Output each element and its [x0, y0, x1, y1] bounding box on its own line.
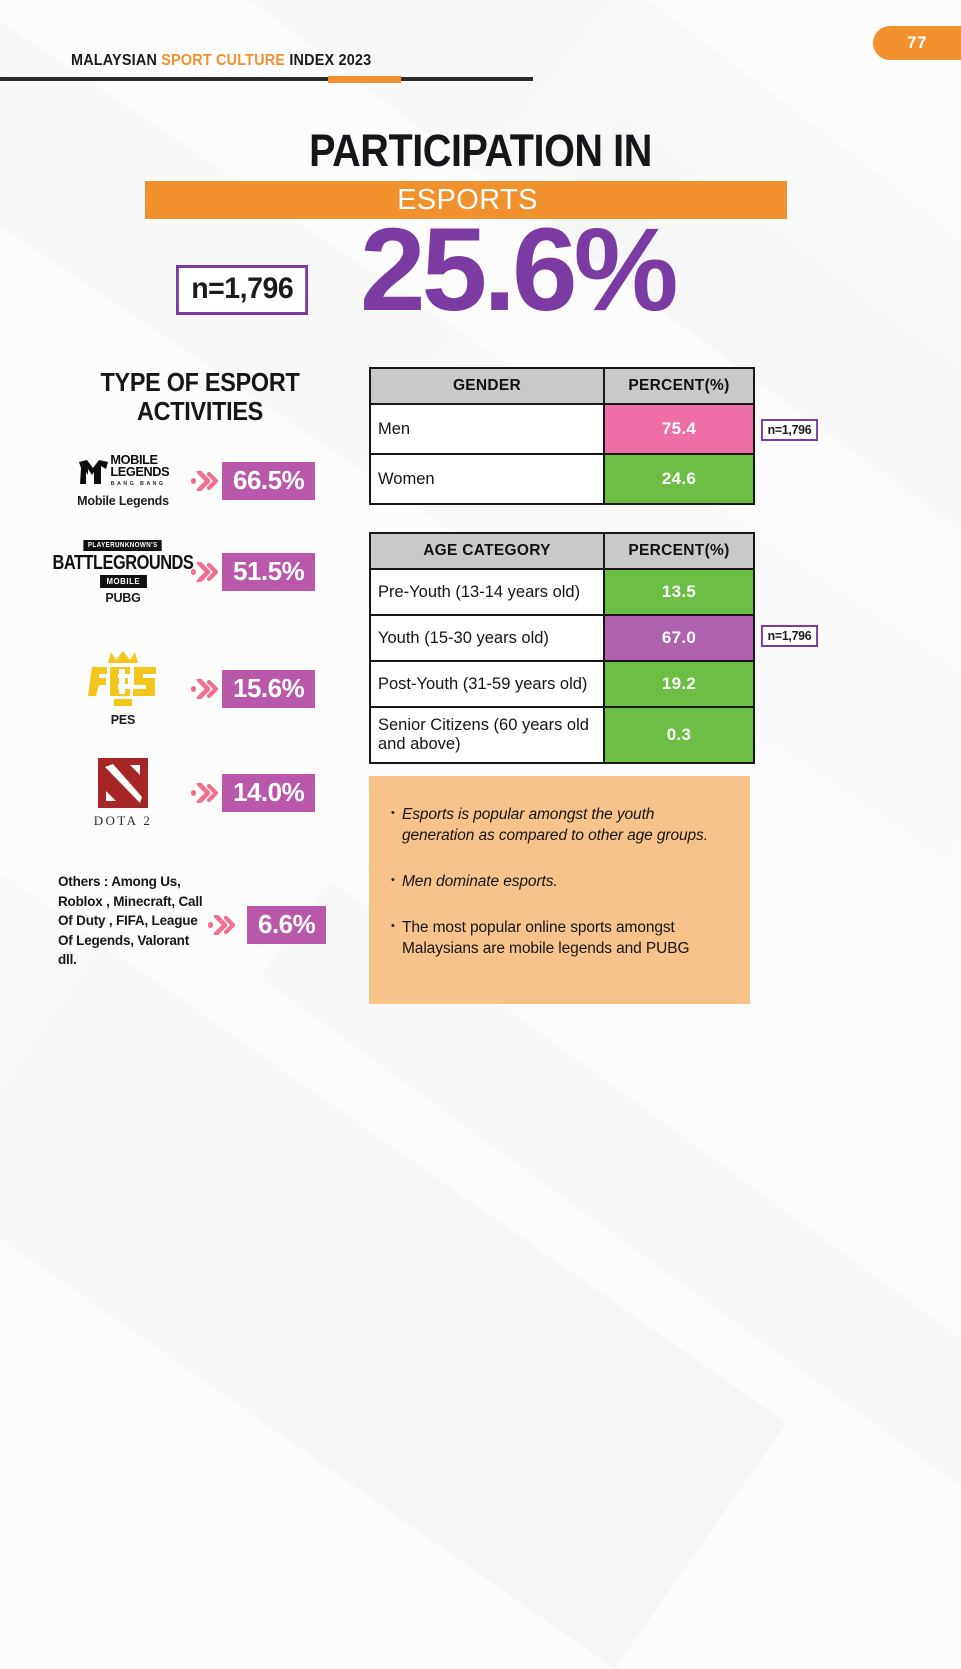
esport-activity-row: MOBILE LEGENDS BANG BANG Mobile Legends …	[58, 454, 316, 508]
insight-item: Men dominate esports.	[391, 870, 724, 892]
activity-caption: PES	[110, 713, 136, 727]
row-label: Women	[369, 453, 605, 505]
header-rule	[0, 77, 533, 81]
gender-column-header: GENDER	[369, 367, 605, 405]
activity-caption: DOTA 2	[93, 813, 153, 828]
left-panel-heading-line2: ACTIVITIES	[136, 396, 263, 426]
mobile-legends-wordmark: MOBILE LEGENDS BANG BANG	[110, 454, 169, 491]
percent-column-header: PERCENT(%)	[603, 367, 755, 405]
mobile-legends-subtitle: BANG BANG	[110, 481, 166, 487]
table-row: Women 24.6	[369, 453, 755, 505]
age-table: AGE CATEGORY PERCENT(%) Pre-Youth (13-14…	[369, 532, 755, 764]
pes-logo-icon	[86, 650, 160, 710]
esport-activity-row: PES 15.6%	[58, 650, 316, 727]
insight-item: The most popular online sports amongst M…	[391, 916, 724, 959]
row-label: Youth (15-30 years old)	[369, 614, 605, 662]
chevron-right-icon	[188, 471, 222, 492]
page-number-badge: 77	[873, 26, 961, 60]
activity-percent: 15.6%	[222, 669, 316, 708]
pubg-mobile-logo: PLAYERUNKNOWN'S BATTLEGROUNDS MOBILE	[37, 540, 209, 588]
pubg-logo-cell: PLAYERUNKNOWN'S BATTLEGROUNDS MOBILE PUB…	[53, 540, 194, 605]
percent-column-header: PERCENT(%)	[603, 532, 755, 570]
chevron-right-icon	[188, 678, 222, 699]
page-header: MALAYSIAN SPORT CULTURE INDEX 2023	[0, 24, 961, 83]
dota2-logo-cell: DOTA 2	[58, 757, 188, 829]
row-label: Men	[369, 403, 605, 455]
table-row: Senior Citizens (60 years old and above)…	[369, 706, 755, 764]
left-panel-heading-line1: TYPE OF ESPORT	[100, 367, 300, 397]
mobile-legends-word-2: LEGENDS	[110, 464, 169, 479]
pubg-logo-bottom: MOBILE	[99, 575, 147, 588]
activity-percent: 66.5%	[222, 462, 316, 501]
table-row: Youth (15-30 years old) 67.0	[369, 614, 755, 662]
chevron-right-icon	[205, 915, 239, 935]
row-value: 24.6	[603, 453, 755, 505]
insights-panel: Esports is popular amongst the youth gen…	[369, 776, 750, 1004]
esport-activity-row: PLAYERUNKNOWN'S BATTLEGROUNDS MOBILE PUB…	[53, 540, 316, 605]
activity-percent: 14.0%	[222, 774, 316, 812]
header-rule-accent	[328, 76, 401, 83]
mobile-legends-mark-icon	[78, 459, 109, 486]
sample-size-badge-main: n=1,796	[176, 265, 309, 315]
sample-size-badge-gender: n=1,796	[761, 419, 818, 441]
row-label: Post-Youth (31-59 years old)	[369, 660, 605, 708]
esport-activity-row-others: 6.6%	[205, 906, 327, 944]
row-value: 0.3	[603, 706, 755, 764]
left-panel-heading: TYPE OF ESPORT ACTIVITIES	[70, 368, 331, 426]
age-column-header: AGE CATEGORY	[369, 532, 605, 570]
activity-caption: Mobile Legends	[77, 493, 169, 508]
mobile-legends-logo-cell: MOBILE LEGENDS BANG BANG Mobile Legends	[58, 454, 188, 508]
header-title: MALAYSIAN SPORT CULTURE INDEX 2023	[71, 52, 371, 70]
pes-logo-cell: PES	[58, 650, 188, 727]
table-header-row: AGE CATEGORY PERCENT(%)	[369, 532, 755, 570]
pubg-logo-main: BATTLEGROUNDS	[52, 552, 194, 574]
chevron-right-icon	[188, 783, 222, 803]
insight-item: Esports is popular amongst the youth gen…	[391, 803, 724, 846]
row-value: 13.5	[603, 568, 755, 616]
esport-activity-row: DOTA 2 14.0%	[58, 757, 316, 829]
row-value: 19.2	[603, 660, 755, 708]
table-row: Post-Youth (31-59 years old) 19.2	[369, 660, 755, 708]
mobile-legends-logo: MOBILE LEGENDS BANG BANG	[78, 454, 169, 491]
table-row: Pre-Youth (13-14 years old) 13.5	[369, 568, 755, 616]
table-row: Men 75.4	[369, 403, 755, 455]
headline-percent: 25.6%	[360, 204, 679, 336]
others-percent: 6.6%	[247, 906, 327, 944]
sample-size-badge-age: n=1,796	[761, 625, 818, 647]
table-header-row: GENDER PERCENT(%)	[369, 367, 755, 405]
header-title-suffix: INDEX 2023	[289, 52, 372, 69]
header-title-prefix: MALAYSIAN	[71, 52, 162, 69]
gender-table: GENDER PERCENT(%) Men 75.4 Women 24.6	[369, 367, 755, 505]
others-activities-label: Others : Among Us, Roblox , Minecraft, C…	[58, 874, 203, 967]
row-value: 67.0	[603, 614, 755, 662]
row-label: Pre-Youth (13-14 years old)	[369, 568, 605, 616]
dota2-logo-icon	[97, 757, 149, 809]
activity-caption: PUBG	[105, 590, 141, 605]
pubg-logo-top: PLAYERUNKNOWN'S	[83, 540, 163, 551]
page-title: PARTICIPATION IN	[309, 125, 652, 176]
row-label: Senior Citizens (60 years old and above)	[369, 706, 605, 764]
row-value: 75.4	[603, 403, 755, 455]
header-title-accent: SPORT CULTURE	[161, 52, 290, 69]
insights-list: Esports is popular amongst the youth gen…	[369, 776, 750, 959]
activity-percent: 51.5%	[222, 553, 316, 592]
